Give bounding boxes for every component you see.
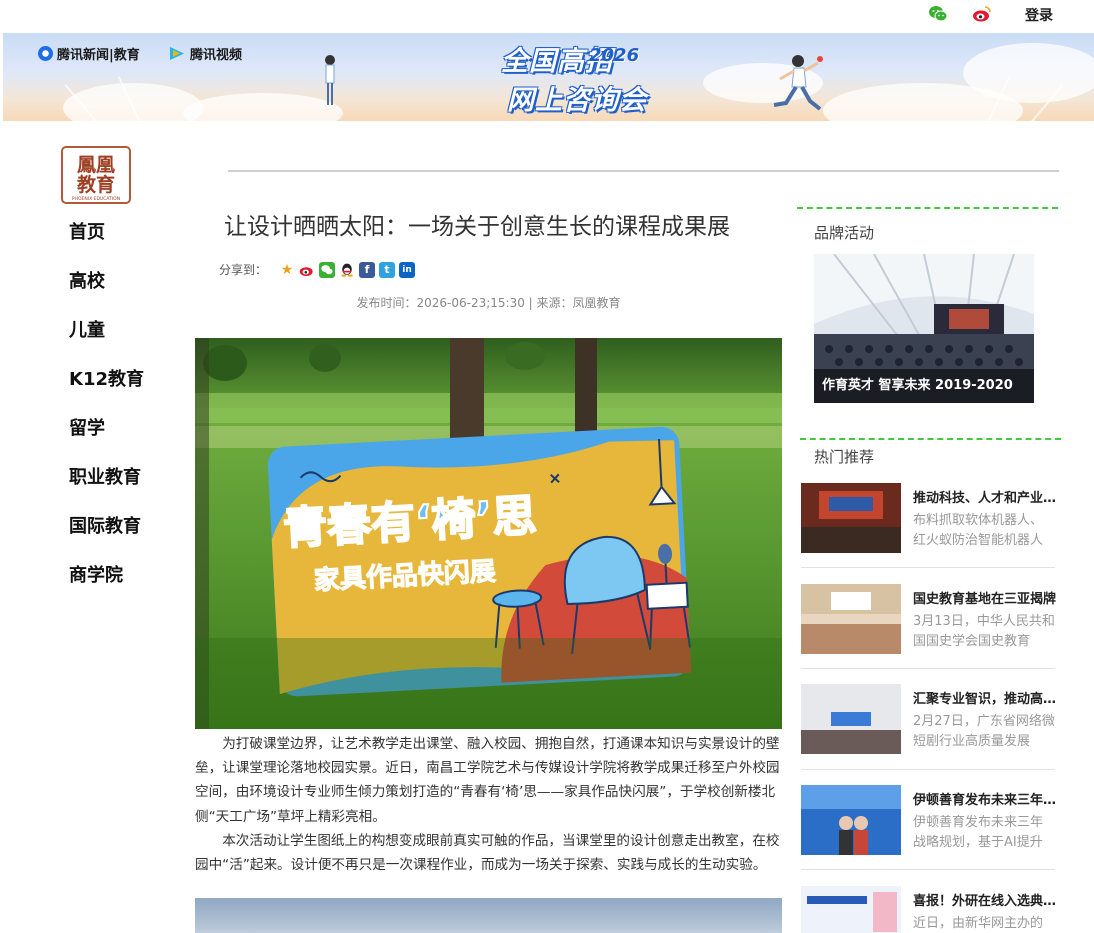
content-divider xyxy=(228,170,1059,172)
linkedin-share-icon[interactable]: in xyxy=(399,261,416,278)
brand-activity-card[interactable]: 作育英才 智享未来 2019-2020 xyxy=(814,254,1034,403)
nav-item-vocational[interactable]: 职业教育 xyxy=(69,463,144,512)
hot-item-thumbnail xyxy=(801,886,901,933)
share-label: 分享到： xyxy=(219,263,268,277)
hot-item-separator xyxy=(801,567,1055,568)
article-paragraph: 本次活动让学生图纸上的构想变成眼前真实可触的作品，当课堂里的设计创意走出教室，在… xyxy=(195,832,780,874)
hot-item[interactable]: 汇聚专业智识，推动高质量发展 2月27日，广东省网络微短剧行业高质量发展 xyxy=(801,684,1057,756)
hot-item-title[interactable]: 国史教育基地在三亚揭牌 xyxy=(913,588,1057,607)
article-paragraph: 为打破课堂边界，让艺术教学走出课堂、融入校园、拥抱自然，打通课本知识与实景设计的… xyxy=(195,736,780,825)
nav-item-study-abroad[interactable]: 留学 xyxy=(69,414,144,463)
article-title: 让设计晒晒太阳：一场关于创意生长的课程成果展 xyxy=(224,214,730,240)
tencent-news-brand: 腾讯新闻|教育 xyxy=(38,44,140,63)
running-student-icon xyxy=(773,55,823,111)
login-link[interactable]: 登录 xyxy=(1025,5,1053,25)
weibo-share-icon[interactable] xyxy=(299,261,316,278)
nav-item-k12[interactable]: K12教育 xyxy=(69,365,144,414)
hot-item-separator xyxy=(801,869,1055,870)
hot-item[interactable]: 推动科技、人才和产业融合 布料抓取软体机器人、红火蚁防治智能机器人 xyxy=(801,483,1057,555)
svg-text:鳳凰: 鳳凰 xyxy=(77,154,115,176)
hot-item-thumbnail xyxy=(801,483,901,553)
wechat-share-icon[interactable] xyxy=(319,261,336,278)
article-meta: 发布时间：2026-06-23;15:30 | 来源：凤凰教育 xyxy=(356,296,621,310)
hot-item-thumbnail xyxy=(801,785,901,855)
brand-section-divider xyxy=(797,207,1058,209)
tencent-video-logo-icon xyxy=(170,47,184,60)
hot-item-separator xyxy=(801,769,1055,770)
svg-text:PHOENIX EDUCATION: PHOENIX EDUCATION xyxy=(72,196,120,202)
hot-recommend-heading: 热门推荐 xyxy=(814,448,875,466)
nav-item-children[interactable]: 儿童 xyxy=(69,316,144,365)
article-second-image xyxy=(195,898,782,933)
wechat-icon[interactable] xyxy=(928,4,948,24)
svg-text:教育: 教育 xyxy=(77,173,115,196)
ad-banner[interactable]: 腾讯新闻|教育 腾讯视频 全国高招 2026 网上咨询会 xyxy=(3,33,1094,121)
hot-item-separator xyxy=(801,668,1055,669)
hot-item-desc: 近日，由新华网主办的 xyxy=(913,916,1044,931)
hot-item-desc: 2月27日，广东省网络微短剧行业高质量发展 xyxy=(913,714,1055,749)
hot-section-divider xyxy=(800,438,1061,440)
nav-item-international[interactable]: 国际教育 xyxy=(69,512,144,561)
left-nav: 首页 高校 儿童 K12教育 留学 职业教育 国际教育 商学院 xyxy=(69,218,144,610)
top-bar: 登录 xyxy=(0,0,1094,33)
brand-activity-caption[interactable]: 作育英才 智享未来 2019-2020 xyxy=(814,369,1034,403)
nav-item-home[interactable]: 首页 xyxy=(69,218,144,267)
hot-item-desc: 伊顿善育发布未来三年战略规划，基于AI提升 xyxy=(913,815,1044,850)
hot-item[interactable]: 伊顿善育发布未来三年战略 伊顿善育发布未来三年战略规划，基于AI提升 xyxy=(801,785,1057,857)
facebook-share-icon[interactable]: f xyxy=(359,261,376,278)
hot-item-thumbnail xyxy=(801,584,901,654)
tencent-news-logo-icon xyxy=(38,46,53,61)
qzone-share-icon[interactable]: ★ xyxy=(279,261,296,278)
article-hero-image: 青春有‘椅’思 家具作品快闪展 xyxy=(195,338,782,729)
hot-item-title[interactable]: 伊顿善育发布未来三年战略 xyxy=(913,789,1057,808)
article-body: 为打破课堂边界，让艺术教学走出课堂、融入校园、拥抱自然，打通课本知识与实景设计的… xyxy=(195,732,782,877)
hot-item-desc: 3月13日，中华人民共和国国史学会国史教育 xyxy=(913,614,1055,649)
hot-item-title[interactable]: 汇聚专业智识，推动高质量发展 xyxy=(913,688,1057,707)
share-bar: 分享到： ★ f t in xyxy=(219,261,416,278)
banner-title: 全国高招 2026 网上咨询会 xyxy=(501,45,647,116)
brand-activity-heading: 品牌活动 xyxy=(814,224,875,242)
nav-item-business-school[interactable]: 商学院 xyxy=(69,561,144,610)
tencent-video-brand: 腾讯视频 xyxy=(168,44,242,63)
hot-item-thumbnail xyxy=(801,684,901,754)
hot-item-desc: 布料抓取软体机器人、红火蚁防治智能机器人 xyxy=(913,513,1044,548)
hot-item-title[interactable]: 推动科技、人才和产业融合 xyxy=(913,487,1057,506)
hot-item-title[interactable]: 喜报！外研在线入选典型案例 xyxy=(913,890,1057,909)
hot-item[interactable]: 国史教育基地在三亚揭牌 3月13日，中华人民共和国国史学会国史教育 xyxy=(801,584,1057,656)
qq-share-icon[interactable] xyxy=(339,261,356,278)
hot-item[interactable]: 喜报！外研在线入选典型案例 近日，由新华网主办的 xyxy=(801,886,1057,933)
phoenix-education-logo[interactable]: 鳳凰 教育 PHOENIX EDUCATION xyxy=(61,146,131,204)
twitter-share-icon[interactable]: t xyxy=(379,261,396,278)
student-figure-left-icon xyxy=(325,55,335,105)
nav-item-universities[interactable]: 高校 xyxy=(69,267,144,316)
weibo-icon[interactable] xyxy=(972,4,992,24)
